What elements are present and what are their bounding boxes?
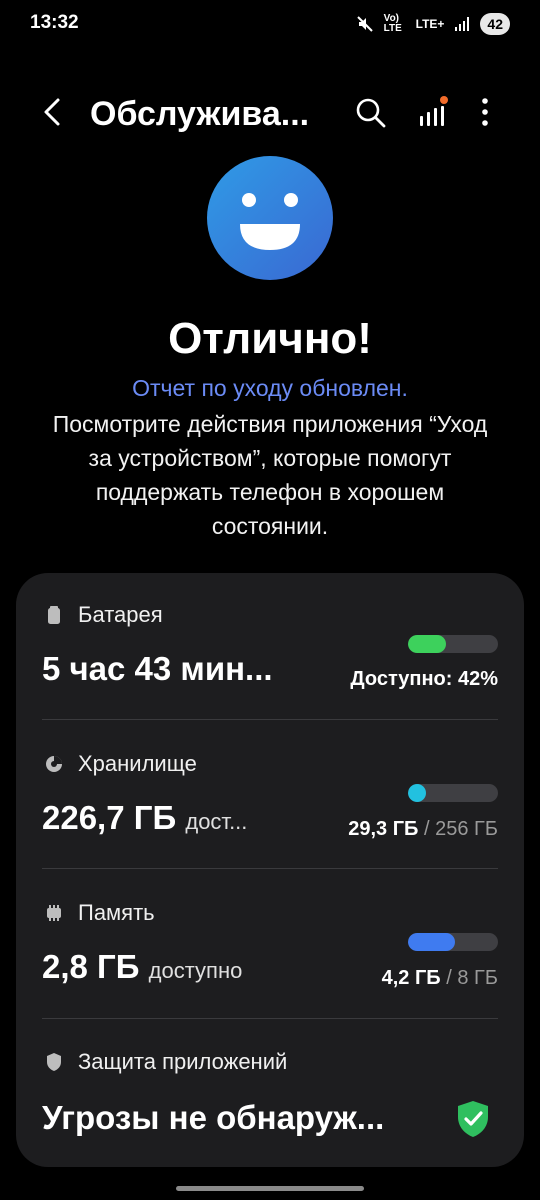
battery-section[interactable]: Батарея 5 час 43 мин... Доступно: 42% (16, 599, 524, 719)
page-title: Обслужива... (90, 95, 310, 133)
battery-header: Батарея (44, 599, 163, 631)
storage-bar-fill (408, 784, 426, 802)
memory-used: 4,2 ГБ (381, 967, 441, 989)
notification-dot (440, 96, 448, 104)
shield-check-icon (458, 1101, 488, 1137)
memory-available-value: 2,8 ГБ (42, 948, 140, 985)
status-icons: Vo) LTE LTE+ 42 (356, 12, 510, 36)
search-icon[interactable] (354, 96, 388, 130)
divider (42, 719, 498, 720)
memory-chip-icon (47, 905, 61, 921)
storage-available: 226,7 ГБ дост... (42, 798, 247, 842)
battery-icon: 42 (480, 13, 510, 35)
storage-available-value: 226,7 ГБ (42, 799, 177, 836)
storage-usage: 29,3 ГБ / 256 ГБ (348, 816, 498, 842)
storage-label: Хранилище (78, 751, 197, 776)
report-updated-text: Отчет по уходу обновлен. (132, 375, 408, 401)
storage-used: 29,3 ГБ (348, 818, 419, 840)
divider (42, 1018, 498, 1019)
volte-icon: Vo) LTE (383, 13, 402, 34)
memory-section[interactable]: Память 2,8 ГБ доступно 4,2 ГБ / 8 ГБ (16, 897, 524, 1017)
status-title: Отлично! (168, 314, 372, 363)
memory-header: Память (44, 897, 155, 929)
storage-section[interactable]: Хранилище 226,7 ГБ дост... 29,3 ГБ / 256… (16, 748, 524, 868)
battery-label: Батарея (78, 602, 163, 627)
memory-label: Память (78, 900, 155, 925)
stats-icon[interactable] (414, 94, 450, 130)
battery-available: Доступно: 42% (350, 668, 498, 690)
divider (42, 868, 498, 869)
battery-bar-fill (408, 635, 446, 653)
storage-header: Хранилище (44, 748, 197, 780)
memory-total: 8 ГБ (457, 967, 498, 989)
memory-available: 2,8 ГБ доступно (42, 947, 242, 991)
storage-available-unit: дост... (185, 809, 248, 834)
no-threats-text: Угрозы не обнаруж... (42, 1099, 385, 1136)
storage-total: 256 ГБ (435, 818, 498, 840)
battery-bar (408, 635, 498, 653)
signal-icon (455, 17, 470, 31)
app-protection-label: Защита приложений (78, 1049, 288, 1074)
memory-usage: 4,2 ГБ / 8 ГБ (382, 965, 498, 991)
device-status-card: Батарея 5 час 43 мин... Доступно: 42% Хр… (16, 573, 524, 1167)
more-icon[interactable] (472, 94, 498, 130)
mute-icon (356, 16, 373, 32)
memory-bar-fill (408, 933, 455, 951)
app-header: Обслужива... (0, 80, 540, 146)
status-bar: 13:32 Vo) LTE LTE+ 42 (0, 0, 540, 48)
status-time: 13:32 (30, 12, 79, 33)
navigation-handle[interactable] (176, 1186, 364, 1191)
smiley-face-icon (207, 156, 333, 280)
care-description: Посмотрите действия приложения “Уход за … (52, 411, 488, 539)
lte-plus-icon: LTE+ (415, 17, 445, 31)
memory-slash: / (446, 967, 452, 989)
app-protection-section[interactable]: Защита приложений Угрозы не обнаруж... (16, 1046, 524, 1156)
battery-icon (48, 606, 60, 624)
back-icon[interactable] (36, 94, 72, 130)
shield-icon (47, 1053, 61, 1071)
app-protection-header: Защита приложений (44, 1046, 287, 1078)
storage-pie-icon (46, 756, 62, 772)
storage-bar (408, 784, 498, 802)
storage-slash: / (423, 818, 430, 840)
battery-remaining-time: 5 час 43 мин... (42, 650, 273, 687)
memory-available-unit: доступно (148, 958, 243, 983)
memory-bar (408, 933, 498, 951)
